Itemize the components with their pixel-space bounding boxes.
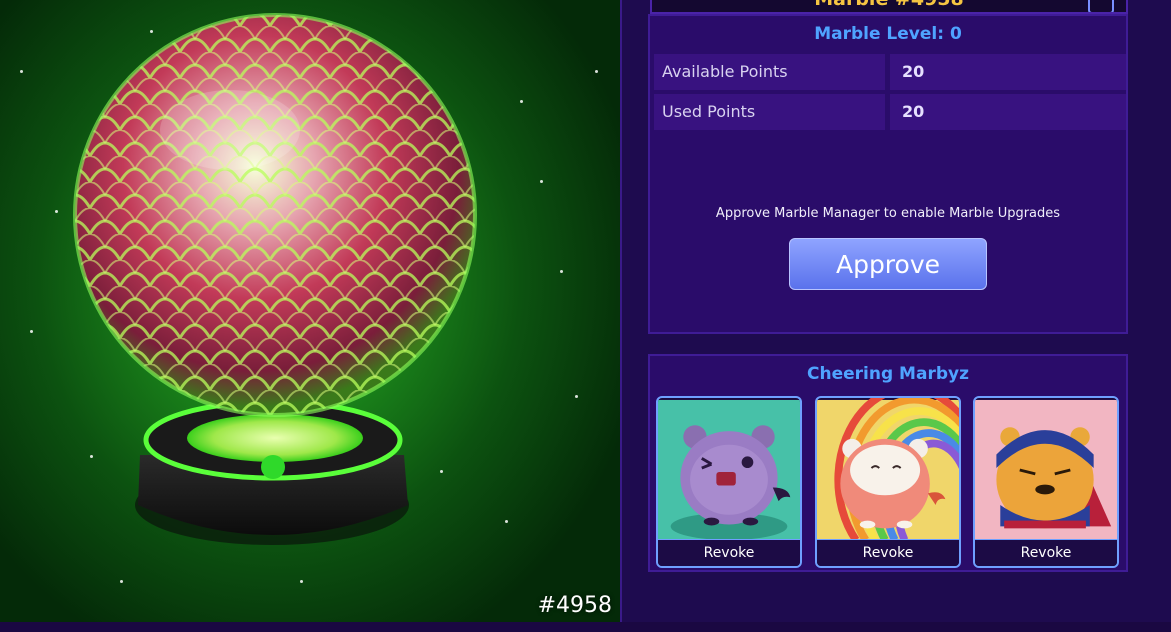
purple-marbyz-image (658, 399, 800, 541)
stat-value: 20 (890, 54, 1126, 90)
marble-title-bar: Marble #4958 (650, 0, 1128, 14)
approve-button[interactable]: Approve (789, 238, 987, 290)
close-icon[interactable] (1088, 0, 1114, 12)
stat-row-available-points: Available Points 20 (654, 54, 1126, 90)
approve-message: Approve Marble Manager to enable Marble … (715, 206, 1061, 221)
cheering-marbyz-panel: Cheering Marbyz Revoke Revoke Revoke (648, 354, 1128, 572)
revoke-button[interactable]: Revoke (817, 539, 959, 566)
marble-artwork (73, 13, 477, 545)
page-bottom-edge (0, 622, 1171, 632)
rainbow-marbyz-image (817, 398, 959, 542)
marble-title: Marble #4958 (652, 0, 1126, 10)
stat-label: Used Points (654, 94, 885, 130)
marble-image-panel: #4958 (0, 0, 622, 622)
cheering-title: Cheering Marbyz (807, 364, 969, 384)
stat-label: Available Points (654, 54, 885, 90)
marble-stats-panel: Marble Level: 0 Available Points 20 Used… (648, 14, 1128, 334)
marble-level-label: Marble Level: 0 (814, 24, 962, 44)
stat-row-used-points: Used Points 20 (654, 94, 1126, 130)
marbyz-card: Revoke (656, 396, 802, 568)
marble-id-label: #4958 (537, 593, 612, 618)
caped-marbyz-image (975, 399, 1117, 541)
marbyz-card: Revoke (815, 396, 961, 568)
revoke-button[interactable]: Revoke (975, 539, 1117, 566)
revoke-button[interactable]: Revoke (658, 539, 800, 566)
marbyz-card: Revoke (973, 396, 1119, 568)
stat-value: 20 (890, 94, 1126, 130)
